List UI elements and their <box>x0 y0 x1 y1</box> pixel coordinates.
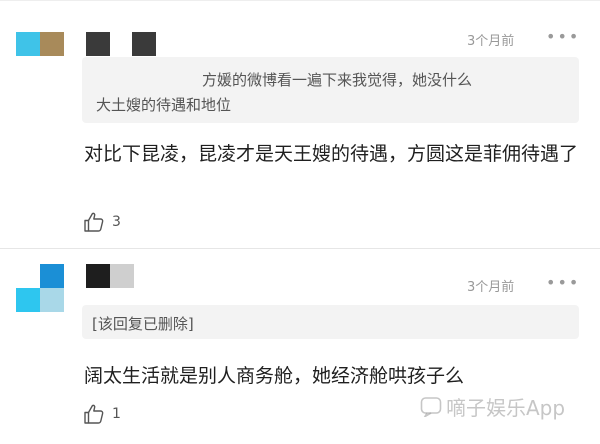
quoted-reply[interactable]: [该回复已删除] <box>82 305 579 339</box>
comment-list: 3个月前 ••• 方媛的微博看一遍下来我觉得，她没什么 大土嫂的待遇和地位 对比… <box>0 0 600 444</box>
avatar[interactable] <box>16 264 64 312</box>
timestamp: 3个月前 <box>467 280 515 295</box>
brand-logo-icon <box>420 397 442 417</box>
comment-text: 阔太生活就是别人商务舱，她经济舱哄孩子么 <box>84 365 465 387</box>
quoted-reply-line-1: 方媛的微博看一遍下来我觉得，她没什么 <box>202 71 473 89</box>
like-count: 3 <box>112 214 121 230</box>
username-block <box>110 264 134 288</box>
thumbs-up-icon <box>84 404 104 424</box>
avatar-pixel <box>16 32 40 56</box>
quoted-reply[interactable]: 方媛的微博看一遍下来我觉得，她没什么 大土嫂的待遇和地位 <box>82 57 579 123</box>
username-block <box>86 264 110 288</box>
thumbs-up-icon <box>84 212 104 232</box>
deleted-reply-notice: [该回复已删除] <box>92 315 194 333</box>
timestamp: 3个月前 <box>467 34 515 49</box>
avatar-pixel <box>40 288 64 312</box>
quoted-reply-line-2: 大土嫂的待遇和地位 <box>96 96 232 114</box>
like-count: 1 <box>112 406 121 422</box>
more-dots-icon[interactable]: ••• <box>546 27 580 46</box>
avatar-pixel <box>16 264 40 288</box>
comment-item: 3个月前 ••• 方媛的微博看一遍下来我觉得，她没什么 大土嫂的待遇和地位 对比… <box>0 0 600 248</box>
username-block <box>86 32 110 56</box>
username-block <box>132 32 156 56</box>
avatar-pixel <box>16 288 40 312</box>
avatar[interactable] <box>16 32 64 80</box>
more-dots-icon[interactable]: ••• <box>546 273 580 292</box>
avatar-pixel <box>40 264 64 288</box>
avatar-pixel <box>40 32 64 56</box>
comment-text: 对比下昆凌，昆凌才是天王嫂的待遇，方圆这是菲佣待遇了 <box>84 143 579 165</box>
watermark-text: 嘀子娱乐App <box>446 396 566 420</box>
